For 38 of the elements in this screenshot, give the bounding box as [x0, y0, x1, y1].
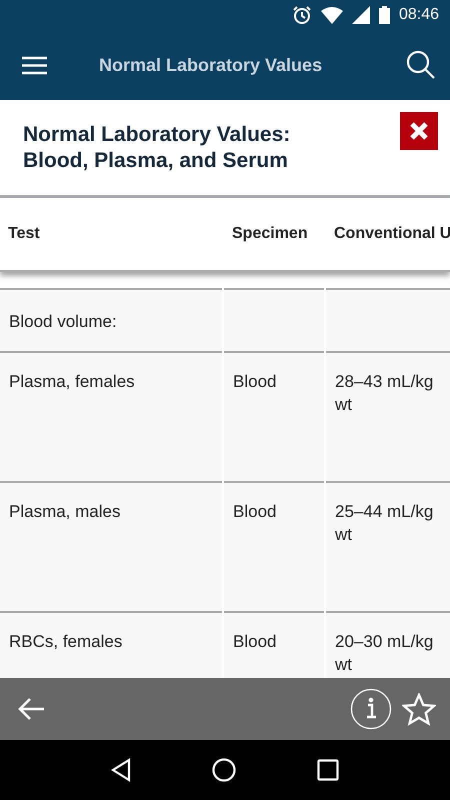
table-cell: 20–30 mL/kg wt — [326, 611, 450, 678]
close-button[interactable] — [400, 112, 438, 150]
nav-back-button[interactable] — [110, 758, 131, 782]
table-cell: RBCs, females — [0, 611, 222, 678]
info-button[interactable] — [350, 688, 392, 730]
table-cell: Plasma, females — [0, 351, 222, 481]
page-heading: Normal Laboratory Values: Blood, Plasma, and Serum — [23, 122, 292, 174]
recents-button[interactable] — [317, 759, 340, 781]
table-cell: 25–44 mL/kg wt — [326, 481, 450, 611]
column-header: Test — [7, 225, 41, 243]
square-icon — [317, 759, 340, 781]
search-icon — [406, 50, 436, 80]
back-arrow-icon — [17, 697, 45, 721]
clock-time: 08:46 — [398, 6, 439, 24]
star-icon — [402, 692, 436, 726]
circle-icon — [212, 758, 236, 782]
home-button[interactable] — [212, 758, 236, 782]
column-header: Conventional U — [333, 225, 450, 243]
battery-icon — [378, 6, 390, 24]
signal-icon — [352, 6, 370, 24]
info-icon — [350, 688, 392, 730]
back-button[interactable] — [17, 697, 45, 721]
wifi-icon — [320, 6, 343, 24]
table-cell: Blood — [224, 351, 324, 481]
table-cell: Blood — [224, 481, 324, 611]
alarm-icon — [292, 5, 312, 25]
table-cell: 28–43 mL/kg wt — [326, 351, 450, 481]
table-cell: Blood — [224, 611, 324, 678]
search-button[interactable] — [406, 50, 436, 80]
close-icon — [410, 122, 428, 140]
app-title: Normal Laboratory Values — [98, 54, 324, 76]
table-cell: Plasma, males — [0, 481, 222, 611]
column-header: Specimen — [231, 225, 309, 243]
favorite-button[interactable] — [402, 692, 436, 726]
triangle-icon — [110, 758, 131, 782]
menu-button[interactable] — [22, 56, 47, 74]
table-cell: Blood volume: — [0, 288, 222, 351]
menu-icon — [22, 56, 47, 74]
